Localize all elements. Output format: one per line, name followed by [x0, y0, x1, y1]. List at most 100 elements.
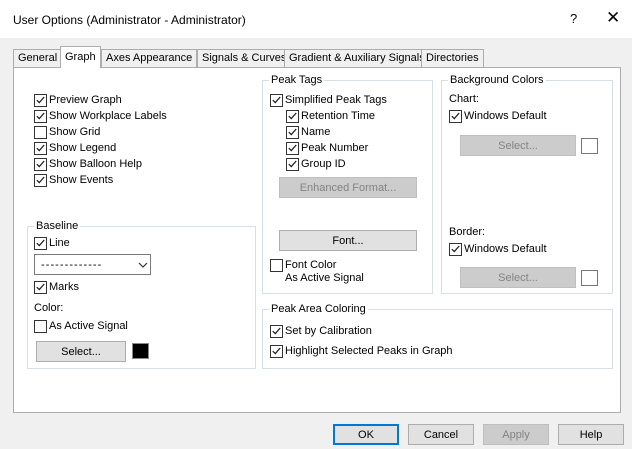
- font-color-sub-label: As Active Signal: [285, 272, 364, 284]
- checkmark-icon: [272, 96, 281, 104]
- border-label: Border:: [449, 226, 486, 238]
- checkbox-label: Windows Default: [464, 110, 547, 122]
- background-colors-group-title: Background Colors: [448, 73, 546, 87]
- checkbox-box[interactable]: [34, 141, 47, 155]
- checkbox-label: Set by Calibration: [285, 325, 372, 337]
- checkbox-label: Show Events: [49, 174, 114, 186]
- tab-signals-curves[interactable]: Signals & Curves: [197, 49, 292, 67]
- checkbox-label: Highlight Selected Peaks in Graph: [285, 345, 453, 357]
- checkbox-box[interactable]: [449, 242, 462, 256]
- baseline-as-active-signal-checkbox[interactable]: As Active Signal: [34, 319, 128, 333]
- checkbox-box[interactable]: [270, 344, 283, 358]
- checkbox-box[interactable]: [34, 236, 47, 250]
- checkbox-box[interactable]: [286, 125, 299, 139]
- checkbox-label: Peak Number: [301, 142, 369, 154]
- name-checkbox[interactable]: Name: [286, 125, 330, 139]
- checkbox-label: Line: [49, 237, 70, 249]
- enhanced-format-button[interactable]: Enhanced Format...: [279, 177, 417, 198]
- border-color-swatch[interactable]: [581, 270, 598, 286]
- chart-windows-default-checkbox[interactable]: Windows Default: [449, 109, 547, 123]
- font-button[interactable]: Font...: [279, 230, 417, 251]
- checkbox-box[interactable]: [270, 258, 283, 272]
- checkmark-icon: [288, 144, 297, 152]
- baseline-color-swatch[interactable]: [132, 343, 149, 359]
- tab-graph[interactable]: Graph: [60, 46, 101, 68]
- chevron-down-icon: [136, 262, 150, 268]
- checkbox-label: Show Balloon Help: [49, 158, 142, 170]
- checkmark-icon: [288, 112, 297, 120]
- checkmark-icon: [36, 239, 45, 247]
- peak-number-checkbox[interactable]: Peak Number: [286, 141, 368, 155]
- checkbox-box[interactable]: [34, 93, 47, 107]
- baseline-select-button[interactable]: Select...: [36, 341, 126, 362]
- checkbox-label: Preview Graph: [49, 94, 122, 106]
- checkmark-icon: [36, 144, 45, 152]
- checkbox-box[interactable]: [286, 157, 299, 171]
- apply-button[interactable]: Apply: [483, 424, 549, 445]
- help-button[interactable]: Help: [558, 424, 624, 445]
- show-legend-checkbox[interactable]: Show Legend: [34, 141, 116, 155]
- show-events-checkbox[interactable]: Show Events: [34, 173, 113, 187]
- checkmark-icon: [36, 112, 45, 120]
- peak-area-coloring-group: Peak Area Coloring: [262, 302, 613, 369]
- checkbox-box[interactable]: [34, 157, 47, 171]
- group-id-checkbox[interactable]: Group ID: [286, 157, 346, 171]
- checkbox-label: Group ID: [301, 158, 346, 170]
- show-workplace-labels-checkbox[interactable]: Show Workplace Labels: [34, 109, 167, 123]
- checkbox-box[interactable]: [286, 141, 299, 155]
- checkmark-icon: [288, 128, 297, 136]
- checkbox-label: Retention Time: [301, 110, 375, 122]
- preview-graph-checkbox[interactable]: Preview Graph: [34, 93, 122, 107]
- border-select-button[interactable]: Select...: [460, 267, 576, 288]
- line-style-dropdown[interactable]: - - - - - - - - - - - - -: [34, 254, 151, 275]
- baseline-color-label: Color:: [34, 302, 64, 314]
- checkbox-box[interactable]: [34, 319, 47, 333]
- ok-button[interactable]: OK: [333, 424, 399, 445]
- checkmark-icon: [288, 160, 297, 168]
- checkmark-icon: [272, 327, 281, 335]
- checkbox-label: Show Grid: [49, 126, 101, 138]
- peak-area-coloring-group-title: Peak Area Coloring: [269, 302, 368, 316]
- simplified-peak-tags-checkbox[interactable]: Simplified Peak Tags: [270, 93, 387, 107]
- highlight-selected-peaks-checkbox[interactable]: Highlight Selected Peaks in Graph: [270, 344, 453, 358]
- checkmark-icon: [36, 283, 45, 291]
- checkmark-icon: [36, 96, 45, 104]
- border-windows-default-checkbox[interactable]: Windows Default: [449, 242, 547, 256]
- show-balloon-help-checkbox[interactable]: Show Balloon Help: [34, 157, 142, 171]
- cancel-button[interactable]: Cancel: [408, 424, 474, 445]
- checkmark-icon: [451, 112, 460, 120]
- baseline-group-title: Baseline: [34, 219, 81, 233]
- checkbox-box[interactable]: [270, 93, 283, 107]
- close-icon[interactable]: ✕: [606, 8, 620, 28]
- checkbox-box[interactable]: [270, 324, 283, 338]
- chart-select-button[interactable]: Select...: [460, 135, 576, 156]
- baseline-line-checkbox[interactable]: Line: [34, 236, 70, 250]
- show-grid-checkbox[interactable]: Show Grid: [34, 125, 100, 139]
- checkbox-label: Font Color: [285, 259, 337, 271]
- checkmark-icon: [451, 245, 460, 253]
- checkbox-box[interactable]: [34, 109, 47, 123]
- peak-tags-group-title: Peak Tags: [269, 73, 325, 87]
- checkbox-box[interactable]: [34, 125, 47, 139]
- tab-directories[interactable]: Directories: [421, 49, 484, 67]
- checkbox-box[interactable]: [286, 109, 299, 123]
- checkbox-box[interactable]: [449, 109, 462, 123]
- baseline-marks-checkbox[interactable]: Marks: [34, 280, 79, 294]
- set-by-calibration-checkbox[interactable]: Set by Calibration: [270, 324, 372, 338]
- checkbox-label: Simplified Peak Tags: [285, 94, 387, 106]
- chart-color-swatch[interactable]: [581, 138, 598, 154]
- line-style-value: - - - - - - - - - - - - -: [41, 258, 101, 271]
- tab-axes-appearance[interactable]: Axes Appearance: [101, 49, 198, 67]
- checkbox-label: Show Legend: [49, 142, 117, 154]
- help-title-button[interactable]: ?: [570, 11, 577, 26]
- chart-label: Chart:: [449, 93, 479, 105]
- retention-time-checkbox[interactable]: Retention Time: [286, 109, 375, 123]
- checkbox-label: Windows Default: [464, 243, 547, 255]
- tab-general[interactable]: General: [13, 49, 63, 67]
- checkbox-box[interactable]: [34, 173, 47, 187]
- checkmark-icon: [36, 160, 45, 168]
- checkbox-box[interactable]: [34, 280, 47, 294]
- font-color-checkbox[interactable]: Font Color: [270, 258, 336, 272]
- checkmark-icon: [272, 347, 281, 355]
- tab-gradient-auxiliary-signals[interactable]: Gradient & Auxiliary Signals: [284, 49, 430, 67]
